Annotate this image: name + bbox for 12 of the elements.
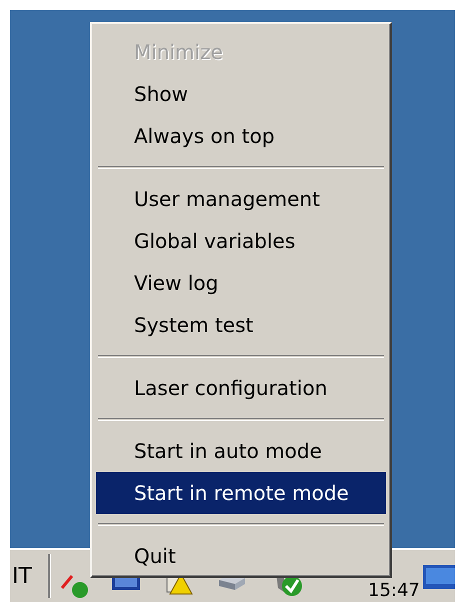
menu-item[interactable]: Always on top [96,115,386,157]
menu-item[interactable]: User management [96,178,386,220]
menu-item[interactable]: Show [96,73,386,115]
menu-item[interactable]: Laser configuration [96,367,386,409]
menu-item[interactable]: System test [96,304,386,346]
clock: 15:47 [368,581,420,601]
menu-item[interactable]: Start in remote mode [96,472,386,514]
taskbar-label: IT [11,564,33,588]
menu-item[interactable]: Quit [96,535,386,577]
menu-item[interactable]: Start in auto mode [96,430,386,472]
menu-item[interactable]: View log [96,262,386,304]
menu-item[interactable]: Global variables [96,220,386,262]
